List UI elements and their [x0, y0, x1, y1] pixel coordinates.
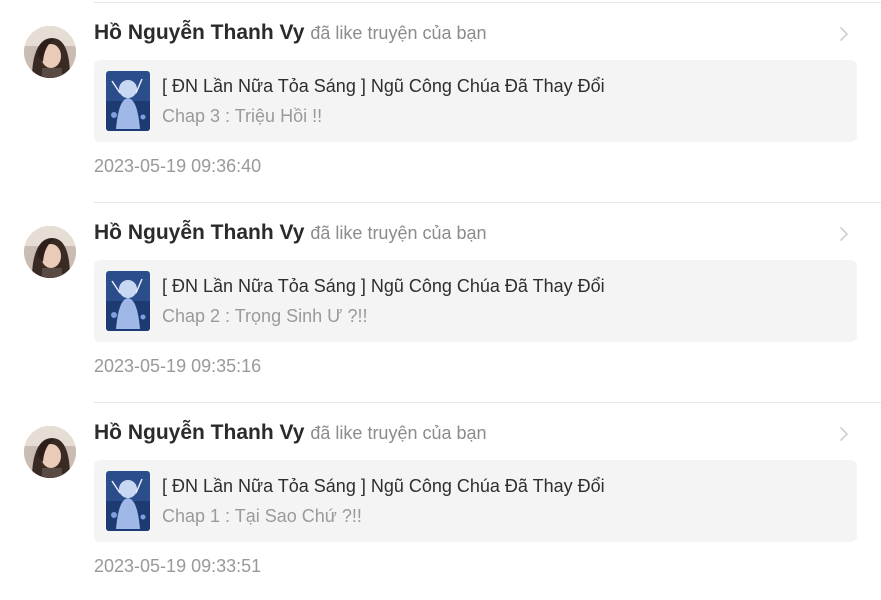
- chevron-right-icon[interactable]: [837, 223, 851, 245]
- notification-header: Hồ Nguyễn Thanh Vy đã like truyện của bạn: [94, 421, 487, 451]
- story-card[interactable]: [ ĐN Lần Nữa Tỏa Sáng ] Ngũ Công Chúa Đã…: [94, 460, 857, 542]
- user-name[interactable]: Hồ Nguyễn Thanh Vy: [94, 221, 304, 244]
- chevron-right-icon[interactable]: [837, 423, 851, 445]
- avatar[interactable]: [24, 426, 76, 478]
- story-card[interactable]: [ ĐN Lần Nữa Tỏa Sáng ] Ngũ Công Chúa Đã…: [94, 60, 857, 142]
- chapter-title: Chap 1 : Tại Sao Chứ ?!!: [162, 506, 362, 526]
- notification-header: Hồ Nguyễn Thanh Vy đã like truyện của bạn: [94, 221, 487, 251]
- timestamp: 2023-05-19 09:36:40: [94, 156, 262, 176]
- story-cover: [106, 71, 150, 131]
- chevron-right-icon[interactable]: [837, 23, 851, 45]
- user-name[interactable]: Hồ Nguyễn Thanh Vy: [94, 421, 304, 444]
- divider: [94, 2, 881, 3]
- story-cover: [106, 271, 150, 331]
- timestamp: 2023-05-19 09:33:51: [94, 556, 262, 576]
- notification-item[interactable]: Hồ Nguyễn Thanh Vy đã like truyện của bạn…: [0, 200, 881, 400]
- story-title: [ ĐN Lần Nữa Tỏa Sáng ] Ngũ Công Chúa Đã…: [162, 76, 605, 96]
- divider: [94, 202, 881, 203]
- action-text: đã like truyện của bạn: [310, 23, 487, 43]
- action-text: đã like truyện của bạn: [310, 423, 487, 443]
- notification-item[interactable]: Hồ Nguyễn Thanh Vy đã like truyện của bạn…: [0, 0, 881, 200]
- notification-feed: Hồ Nguyễn Thanh Vy đã like truyện của bạn…: [0, 0, 881, 600]
- story-card[interactable]: [ ĐN Lần Nữa Tỏa Sáng ] Ngũ Công Chúa Đã…: [94, 260, 857, 342]
- user-name[interactable]: Hồ Nguyễn Thanh Vy: [94, 21, 304, 44]
- timestamp: 2023-05-19 09:35:16: [94, 356, 262, 376]
- notification-item[interactable]: Hồ Nguyễn Thanh Vy đã like truyện của bạn…: [0, 400, 881, 600]
- story-title: [ ĐN Lần Nữa Tỏa Sáng ] Ngũ Công Chúa Đã…: [162, 476, 605, 496]
- chapter-title: Chap 3 : Triệu Hồi !!: [162, 106, 323, 126]
- action-text: đã like truyện của bạn: [310, 223, 487, 243]
- divider: [94, 402, 881, 403]
- avatar[interactable]: [24, 226, 76, 278]
- chapter-title: Chap 2 : Trọng Sinh Ư ?!!: [162, 306, 368, 326]
- avatar[interactable]: [24, 26, 76, 78]
- story-title: [ ĐN Lần Nữa Tỏa Sáng ] Ngũ Công Chúa Đã…: [162, 276, 605, 296]
- notification-header: Hồ Nguyễn Thanh Vy đã like truyện của bạn: [94, 21, 487, 51]
- story-cover: [106, 471, 150, 531]
